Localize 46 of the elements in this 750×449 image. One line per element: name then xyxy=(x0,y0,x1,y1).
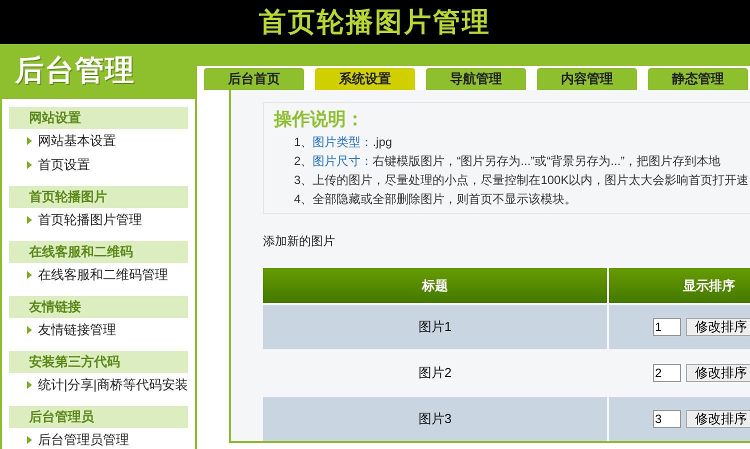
triangle-icon xyxy=(27,326,32,334)
link[interactable]: 图片尺寸： xyxy=(312,154,373,168)
column-header: 显示排序 xyxy=(609,268,750,303)
sidebar-item[interactable]: 首页轮播图片管理 xyxy=(2,208,195,232)
link[interactable]: 图片类型： xyxy=(312,135,373,149)
triangle-icon xyxy=(27,436,32,444)
triangle-icon xyxy=(27,161,32,169)
order-field[interactable]: 3 xyxy=(653,410,681,428)
triangle-icon xyxy=(27,381,32,389)
section-header: 安装第三方代码 xyxy=(9,351,188,373)
sidebar-item[interactable]: 网站基本设置 xyxy=(2,129,195,153)
table-cell-text: 图片2 xyxy=(417,364,453,382)
change-order-button[interactable]: 修改排序 xyxy=(686,318,750,336)
instructions-heading: 操作说明： xyxy=(274,108,365,131)
add-image-link[interactable]: 添加新的图片 xyxy=(263,233,335,249)
change-order-button[interactable]: 修改排序 xyxy=(686,364,750,382)
tab[interactable]: 系统设置 xyxy=(315,68,415,90)
sidebar-item[interactable]: 首页设置 xyxy=(2,153,195,177)
order-field[interactable]: 1 xyxy=(653,318,681,336)
tab[interactable]: 静态管理 xyxy=(648,68,748,90)
section-header: 网站设置 xyxy=(9,107,188,129)
section-header: 友情链接 xyxy=(9,296,188,318)
triangle-icon xyxy=(27,137,32,145)
instruction-line: 3、上传的图片，尽量处理的小点，尽量控制在100K以内，图片太大会影响首页打开速 xyxy=(294,172,750,189)
sidebar-item[interactable]: 在线客服和二维码管理 xyxy=(2,263,195,287)
sidebar-item[interactable]: 后台管理员管理 xyxy=(2,428,195,449)
sidebar-item[interactable]: 友情链接管理 xyxy=(2,318,195,342)
table-cell: 图片3 xyxy=(263,397,607,441)
sidebar-item[interactable]: 统计|分享|商桥等代码安装 xyxy=(2,373,195,397)
column-header: 标题 xyxy=(263,268,607,303)
instruction-line: 2、图片尺寸：右键模版图片，“图片另存为...”或“背景另存为...”，把图片存到本地 xyxy=(294,153,722,170)
tab[interactable]: 后台首页 xyxy=(204,68,304,90)
instruction-line: 4、全部隐藏或全部删除图片，则首页不显示该模块。 xyxy=(294,191,578,208)
section-header: 在线客服和二维码 xyxy=(9,241,188,263)
section-header: 后台管理员 xyxy=(9,406,188,428)
table-cell: 图片1 xyxy=(263,305,607,349)
page-title: 首页轮播图片管理 xyxy=(259,6,491,39)
tab[interactable]: 内容管理 xyxy=(537,68,637,90)
instruction-line: 1、图片类型：.jpg xyxy=(294,134,394,151)
change-order-button[interactable]: 修改排序 xyxy=(686,410,750,428)
section-header: 首页轮播图片 xyxy=(9,186,188,208)
order-field[interactable]: 2 xyxy=(653,364,681,382)
tab[interactable]: 导航管理 xyxy=(426,68,526,90)
triangle-icon xyxy=(27,216,32,224)
triangle-icon xyxy=(27,271,32,279)
logo: 后台管理 xyxy=(15,54,135,89)
